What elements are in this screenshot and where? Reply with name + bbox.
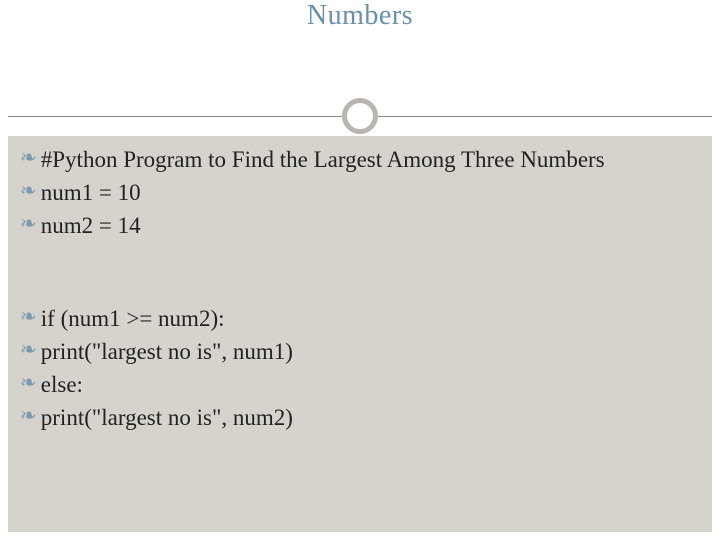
bullet-icon: ❧ (20, 210, 37, 239)
code-text: num2 = 14 (41, 210, 141, 241)
code-line-print2: ❧ print("largest no is", num2) (20, 402, 700, 433)
code-line-comment: ❧ #Python Program to Find the Largest Am… (20, 144, 700, 175)
bullet-icon: ❧ (20, 369, 37, 398)
code-text: print("largest no is", num1) (41, 336, 293, 367)
code-text: print("largest no is", num2) (41, 402, 293, 433)
bullet-icon: ❧ (20, 336, 37, 365)
code-line-num2: ❧ num2 = 14 (20, 210, 700, 241)
code-text: if (num1 >= num2): (41, 303, 225, 334)
slide: Numbers ❧ #Python Program to Find the La… (0, 0, 720, 540)
code-text: num1 = 10 (41, 177, 141, 208)
code-text: #Python Program to Find the Largest Amon… (41, 144, 605, 175)
code-line-print1: ❧ print("largest no is", num1) (20, 336, 700, 367)
content-box: ❧ #Python Program to Find the Largest Am… (8, 136, 712, 532)
code-line-else: ❧ else: (20, 369, 700, 400)
title-area: Numbers (0, 0, 720, 50)
circle-ornament-icon (342, 98, 378, 134)
slide-title: Numbers (307, 0, 413, 31)
code-line-num1: ❧ num1 = 10 (20, 177, 700, 208)
code-text: else: (41, 369, 83, 400)
divider (0, 98, 720, 138)
bullet-icon: ❧ (20, 177, 37, 206)
bullet-icon: ❧ (20, 402, 37, 431)
code-line-if: ❧ if (num1 >= num2): (20, 303, 700, 334)
bullet-icon: ❧ (20, 144, 37, 173)
blank-gap (20, 243, 700, 303)
bullet-icon: ❧ (20, 303, 37, 332)
